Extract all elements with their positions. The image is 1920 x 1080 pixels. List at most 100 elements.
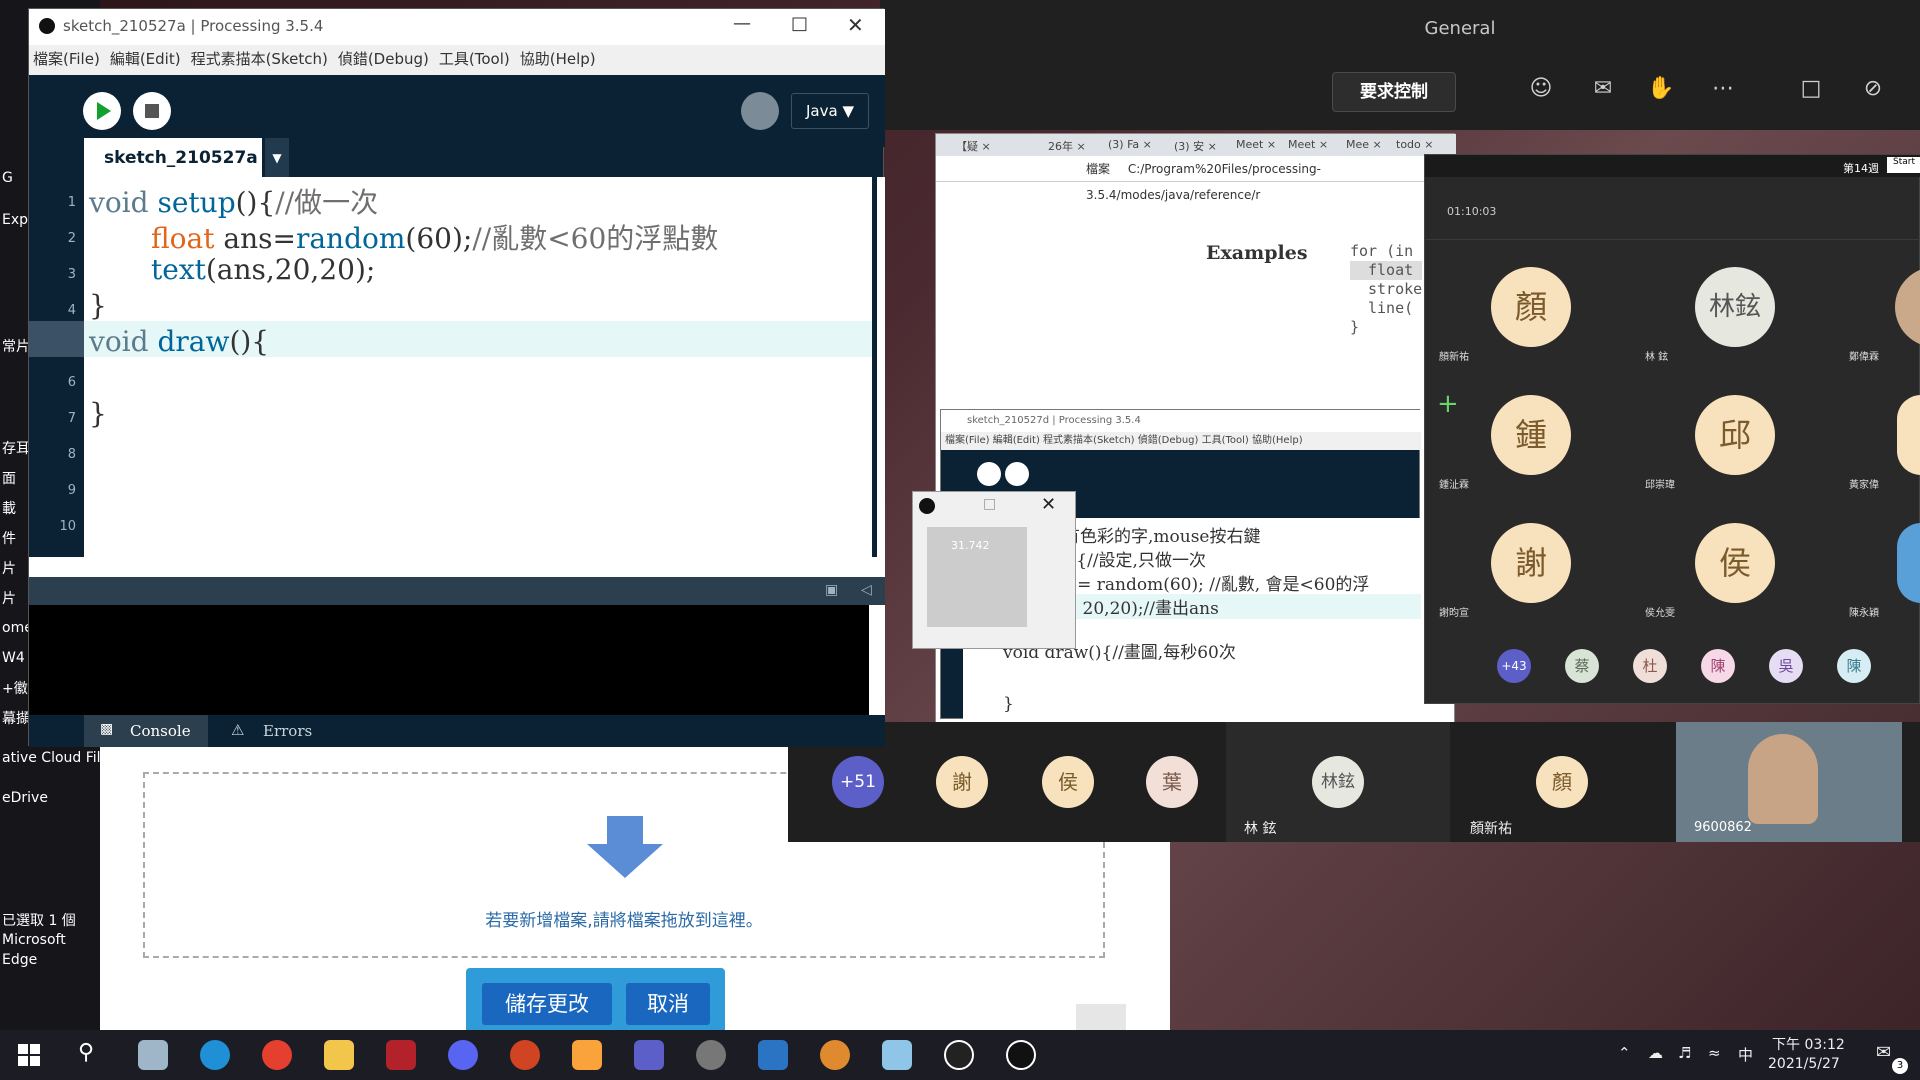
minimize-icon[interactable]: — bbox=[733, 13, 751, 34]
app-icon[interactable] bbox=[882, 1040, 912, 1070]
code-line-3: text(ans,20,20); bbox=[151, 253, 376, 286]
wifi-icon[interactable]: ≈ bbox=[1708, 1044, 1721, 1062]
processing-icon[interactable] bbox=[944, 1040, 974, 1070]
request-control-button[interactable]: 要求控制 bbox=[1332, 72, 1456, 112]
avatar: 侯 bbox=[1695, 523, 1775, 603]
maximize-icon[interactable]: □ bbox=[983, 496, 996, 512]
volume-icon[interactable]: ♬ bbox=[1678, 1044, 1691, 1062]
add-icon[interactable]: + bbox=[1437, 389, 1459, 419]
more-options-icon[interactable]: ⋯ bbox=[1708, 76, 1738, 101]
mic-off-icon[interactable]: ⊘ bbox=[1858, 76, 1888, 101]
code-line: stroke bbox=[1368, 280, 1423, 298]
code-line: for (in bbox=[1350, 242, 1414, 260]
close-icon[interactable]: ✕ bbox=[1041, 494, 1056, 515]
start-button[interactable]: Start bbox=[1887, 157, 1920, 173]
browser-tab[interactable]: (3) Fa × bbox=[1108, 138, 1152, 151]
browser-tab[interactable]: (3) 安 × bbox=[1174, 138, 1217, 154]
chevron-up-icon[interactable]: ⌃ bbox=[1618, 1044, 1631, 1062]
browser-tab[interactable]: Meet × bbox=[1288, 138, 1328, 151]
tab-menu-arrow[interactable]: ▼ bbox=[265, 138, 289, 178]
menu-tool[interactable]: 工具(Tool) bbox=[439, 50, 510, 68]
tab-errors[interactable]: Errors bbox=[263, 722, 312, 740]
windows-start-icon[interactable] bbox=[18, 1044, 40, 1066]
file-explorer-icon[interactable] bbox=[324, 1040, 354, 1070]
debug-icon[interactable] bbox=[741, 92, 779, 130]
browser-tabs: 【疑 × 26年 × (3) Fa × (3) 安 × Meet × Meet … bbox=[936, 134, 1456, 156]
sketch-output-window: □ ✕ 31.742 bbox=[912, 491, 1076, 649]
menu-file[interactable]: 檔案(File) bbox=[33, 50, 100, 68]
run-button[interactable] bbox=[83, 92, 121, 130]
desktop-label: eDrive bbox=[2, 790, 48, 806]
processing-logo-icon bbox=[39, 18, 55, 34]
desktop-label: Exp bbox=[2, 212, 29, 228]
sublime-icon[interactable] bbox=[572, 1040, 602, 1070]
ime-indicator[interactable]: 中 bbox=[1738, 1044, 1753, 1065]
save-changes-button[interactable]: 儲存更改 bbox=[482, 983, 612, 1025]
chrome-icon[interactable] bbox=[262, 1040, 292, 1070]
scroll-top-button[interactable] bbox=[1076, 1004, 1126, 1030]
collapse-icon[interactable]: ◁ bbox=[861, 582, 872, 598]
powerpoint-icon[interactable] bbox=[510, 1040, 540, 1070]
console-tabs: ▩ Console ⚠ Errors bbox=[29, 715, 885, 747]
tab-console[interactable]: ▩ Console bbox=[84, 715, 208, 747]
more-participants[interactable]: +51 bbox=[832, 756, 884, 808]
tab-sketch[interactable]: sketch_210527a bbox=[84, 138, 262, 178]
teams-channel-title: General bbox=[1424, 18, 1496, 39]
reactions-icon[interactable]: ✋ bbox=[1646, 76, 1676, 101]
participants-icon[interactable]: ☺ bbox=[1526, 76, 1556, 101]
mode-selector[interactable]: Java ▼ bbox=[791, 93, 869, 129]
teams-icon[interactable] bbox=[634, 1040, 664, 1070]
code-line: float bbox=[1350, 261, 1423, 280]
browser-tab[interactable]: 【疑 × bbox=[956, 138, 991, 154]
app-icon[interactable] bbox=[386, 1040, 416, 1070]
browser-tab[interactable]: Mee × bbox=[1346, 138, 1382, 151]
chat-icon[interactable]: ✉ bbox=[1588, 76, 1618, 101]
code-line: line( bbox=[1368, 299, 1414, 317]
app-icon[interactable] bbox=[820, 1040, 850, 1070]
search-icon[interactable]: ⚲ bbox=[78, 1040, 94, 1065]
stop-button[interactable] bbox=[1005, 462, 1029, 486]
run-button[interactable] bbox=[977, 462, 1001, 486]
menu-bar: 檔案(File) 編輯(Edit) 程式素描本(Sketch) 偵錯(Debug) 工具… bbox=[29, 45, 885, 75]
line-number-gutter: 1 2 3 4 5 6 7 8 9 10 bbox=[29, 177, 84, 557]
copy-icon[interactable]: ▣ bbox=[825, 582, 838, 598]
participant-name: 陳永穎 bbox=[1849, 608, 1879, 619]
menu-edit[interactable]: 編輯(Edit) bbox=[110, 50, 181, 68]
settings-icon[interactable] bbox=[696, 1040, 726, 1070]
network-icon[interactable]: ☁ bbox=[1648, 1044, 1663, 1062]
browser-tab[interactable]: todo × bbox=[1396, 138, 1456, 151]
clock-date[interactable]: 2021/5/27 bbox=[1768, 1056, 1840, 1072]
close-icon[interactable]: ✕ bbox=[847, 13, 864, 37]
notification-icon[interactable]: ✉ bbox=[1876, 1042, 1891, 1063]
toolbar: Java ▼ bbox=[29, 75, 885, 147]
browser-tab[interactable]: 26年 × bbox=[1048, 138, 1086, 154]
discord-icon[interactable] bbox=[448, 1040, 478, 1070]
address-bar[interactable]: 檔案 C:/Program%20Files/processing-3.5.4/m… bbox=[936, 156, 1456, 202]
sketch-run-icon[interactable] bbox=[1006, 1040, 1036, 1070]
clock-time[interactable]: 下午 03:12 bbox=[1772, 1034, 1845, 1054]
photos-icon[interactable] bbox=[138, 1040, 168, 1070]
avatar bbox=[1897, 395, 1920, 475]
stop-button[interactable] bbox=[133, 92, 171, 130]
shield-icon[interactable] bbox=[758, 1040, 788, 1070]
more-participants[interactable]: +43 bbox=[1497, 649, 1531, 683]
desktop-label: 存耳 bbox=[2, 441, 30, 457]
vertical-scrollbar[interactable] bbox=[877, 177, 885, 557]
cancel-button[interactable]: 取消 bbox=[626, 983, 710, 1025]
edge-icon[interactable] bbox=[200, 1040, 230, 1070]
participant-name: 鍾沚霖 bbox=[1439, 480, 1469, 491]
menu-debug[interactable]: 偵錯(Debug) bbox=[338, 50, 429, 68]
participant-name: 林 鉉 bbox=[1645, 352, 1669, 363]
horizontal-scrollbar[interactable] bbox=[29, 557, 885, 577]
browser-tab[interactable]: Meet × bbox=[1236, 138, 1276, 151]
desktop-label: 片 bbox=[2, 591, 16, 607]
avatar: 葉 bbox=[1146, 756, 1198, 808]
maximize-icon[interactable]: □ bbox=[791, 13, 808, 34]
menu-sketch[interactable]: 程式素描本(Sketch) bbox=[191, 50, 328, 68]
avatar-photo bbox=[1895, 267, 1920, 347]
window-title: sketch_210527d | Processing 3.5.4 bbox=[941, 410, 1421, 432]
console-scrollbar[interactable] bbox=[869, 605, 885, 715]
menu-help[interactable]: 協助(Help) bbox=[520, 50, 596, 68]
camera-off-icon[interactable]: □ bbox=[1796, 76, 1826, 101]
avatar: 謝 bbox=[1491, 523, 1571, 603]
